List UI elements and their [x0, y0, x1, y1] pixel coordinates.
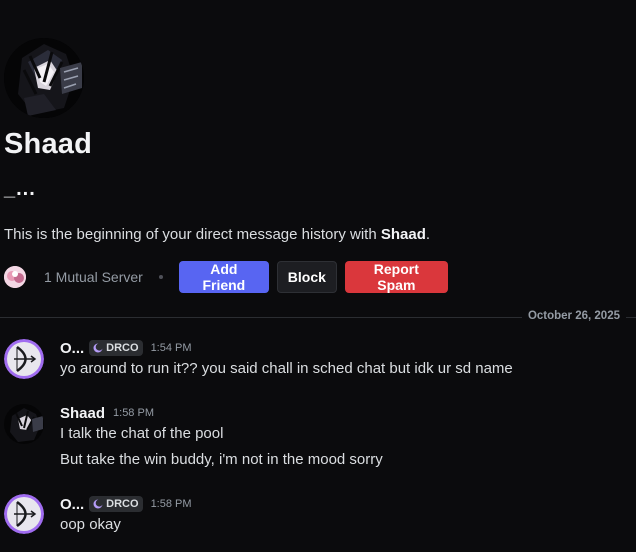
separator-dot: [158, 275, 163, 279]
server-tag-label: DRCO: [106, 498, 139, 510]
dm-user-username: _...: [4, 178, 36, 200]
message-content: yo around to run it?? you said chall in …: [60, 360, 513, 377]
moon-icon: [93, 343, 104, 353]
report-spam-button[interactable]: Report Spam: [344, 261, 448, 293]
dm-actions-row: 1 Mutual Server Add Friend Block Report …: [4, 261, 448, 293]
dm-beginning-text-suffix: .: [425, 226, 431, 243]
message-author[interactable]: Shaad: [60, 405, 105, 422]
server-avatar-icon: [4, 266, 26, 288]
dm-beginning-text: This is the beginning of your direct mes…: [4, 226, 430, 243]
message-header: O... DRCO 1:54 PM: [60, 338, 192, 358]
message-timestamp[interactable]: 1:58 PM: [151, 498, 192, 510]
message-author[interactable]: O...: [60, 496, 84, 513]
message-avatar[interactable]: [4, 494, 44, 534]
dm-beginning-text-name: Shaad: [380, 226, 426, 243]
bow-avatar-icon: [4, 339, 44, 379]
block-button[interactable]: Block: [276, 261, 337, 293]
mutual-servers-link[interactable]: 1 Mutual Server: [44, 269, 143, 285]
message-header: O... DRCO 1:58 PM: [60, 494, 192, 514]
message-content: oop okay: [60, 516, 121, 533]
server-tag-badge[interactable]: DRCO: [89, 496, 143, 512]
message-avatar[interactable]: [4, 404, 44, 444]
message-author[interactable]: O...: [60, 340, 84, 357]
message-header: Shaad 1:58 PM: [60, 403, 154, 423]
mutual-server-icon[interactable]: [4, 266, 26, 288]
dm-channel-view: Shaad _... This is the beginning of your…: [0, 0, 636, 552]
anime-character-icon: [4, 404, 44, 444]
moon-icon: [93, 499, 104, 509]
anime-character-icon: [4, 38, 84, 118]
message-timestamp[interactable]: 1:58 PM: [113, 407, 154, 419]
message-content: But take the win buddy, i'm not in the m…: [60, 451, 383, 468]
date-divider-label: October 26, 2025: [521, 310, 626, 322]
dm-user-display-name: Shaad: [4, 128, 93, 160]
message-timestamp[interactable]: 1:54 PM: [151, 342, 192, 354]
message-avatar[interactable]: [4, 339, 44, 379]
message-content: I talk the chat of the pool: [60, 425, 224, 442]
add-friend-button[interactable]: Add Friend: [178, 261, 269, 293]
dm-beginning-text-prefix: This is the beginning of your direct mes…: [4, 226, 381, 243]
bow-avatar-icon: [4, 494, 44, 534]
server-tag-label: DRCO: [106, 342, 139, 354]
server-tag-badge[interactable]: DRCO: [89, 340, 143, 356]
user-avatar-large[interactable]: [4, 38, 84, 118]
